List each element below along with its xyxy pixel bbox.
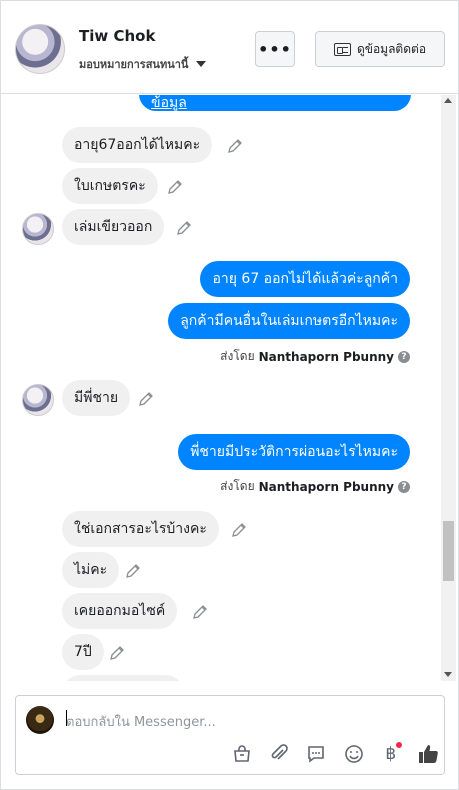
message-bubble-incoming-partial	[62, 675, 184, 681]
sent-by-prefix: ส่งโดย	[220, 349, 255, 363]
sent-by-prefix: ส่งโดย	[220, 479, 255, 493]
message-bubble-incoming[interactable]: ไม่คะ	[62, 552, 120, 588]
sender-avatar	[22, 384, 54, 416]
edit-pencil-icon[interactable]	[227, 138, 243, 154]
page-avatar	[26, 706, 54, 734]
attachment-icon[interactable]	[267, 742, 291, 766]
sent-by-label: ส่งโดย Nanthaporn Pbunny ?	[220, 477, 410, 496]
message-bubble-incoming[interactable]: อายุ67ออกได้ไหมคะ	[62, 127, 213, 163]
sender-avatar	[22, 213, 54, 245]
edit-pencil-icon[interactable]	[167, 179, 183, 195]
saved-replies-icon[interactable]	[304, 742, 328, 766]
composer-toolbar: ฿	[230, 740, 440, 768]
sent-by-label: ส่งโดย Nanthaporn Pbunny ?	[220, 347, 410, 366]
edit-pencil-icon[interactable]	[138, 391, 154, 407]
edit-pencil-icon[interactable]	[176, 220, 192, 236]
message-text: ข้อมูล	[151, 95, 187, 111]
message-bubble-incoming[interactable]: ใบเกษตรคะ	[62, 168, 158, 204]
caret-down-icon	[196, 61, 207, 67]
contact-card-icon	[333, 42, 351, 56]
edit-pencil-icon[interactable]	[125, 563, 141, 579]
messenger-panel: Tiw Chok มอบหมายการสนทนานี้ ••• ดูข้อมูล…	[0, 0, 459, 790]
assign-label: มอบหมายการสนทนานี้	[79, 58, 189, 71]
view-contact-label: ดูข้อมูลติดต่อ	[356, 41, 427, 56]
contact-name[interactable]: Tiw Chok	[79, 27, 155, 45]
sent-by-name[interactable]: Nanthaporn Pbunny	[259, 480, 394, 494]
edit-pencil-icon[interactable]	[109, 645, 125, 661]
message-bubble-incoming[interactable]: ใช่เอกสารอะไรบ้างคะ	[62, 511, 219, 547]
shop-bag-icon[interactable]	[230, 742, 254, 766]
thread-scrollbar[interactable]	[441, 95, 456, 681]
payment-baht-icon[interactable]: ฿	[379, 742, 403, 766]
notification-dot	[395, 742, 402, 748]
message-bubble-outgoing[interactable]: ลูกค้ามีคนอื่นในเล่มเกษตรอีกไหมคะ	[168, 303, 410, 339]
help-icon[interactable]: ?	[398, 350, 410, 363]
edit-pencil-icon[interactable]	[231, 522, 247, 538]
help-icon[interactable]: ?	[398, 480, 410, 493]
emoji-icon[interactable]	[342, 742, 366, 766]
message-bubble-incoming[interactable]: มีพี่ชาย	[62, 380, 131, 416]
message-bubble-incoming[interactable]: เคยออกมอไซค์	[62, 593, 178, 629]
message-bubble-incoming[interactable]: เล่มเขียวออก	[62, 209, 165, 245]
more-options-button[interactable]: •••	[255, 31, 295, 67]
message-bubble-incoming[interactable]: 7ปี	[62, 634, 104, 670]
scroll-up-arrow-icon[interactable]	[444, 98, 452, 103]
assign-conversation-dropdown[interactable]: มอบหมายการสนทนานี้	[79, 55, 207, 73]
message-composer[interactable]: ตอบกลับใน Messenger... ฿	[15, 695, 445, 775]
sent-by-name[interactable]: Nanthaporn Pbunny	[259, 350, 394, 364]
scrollbar-thumb[interactable]	[443, 521, 454, 581]
message-bubble-outgoing-partial: ข้อมูล	[139, 95, 411, 111]
message-bubble-outgoing[interactable]: พี่ชายมีประวัติการผ่อนอะไรไหมคะ	[178, 434, 410, 470]
message-bubble-outgoing[interactable]: อายุ 67 ออกไม่ได้แล้วค่ะลูกค้า	[200, 261, 410, 297]
message-thread[interactable]: ข้อมูล อายุ67ออกได้ไหมคะ ใบเกษตรคะ เล่มเ…	[1, 95, 458, 681]
edit-pencil-icon[interactable]	[192, 604, 208, 620]
scroll-down-arrow-icon[interactable]	[444, 672, 452, 677]
contact-avatar[interactable]	[15, 24, 65, 74]
view-contact-button[interactable]: ดูข้อมูลติดต่อ	[315, 31, 445, 67]
conversation-header: Tiw Chok มอบหมายการสนทนานี้ ••• ดูข้อมูล…	[1, 1, 458, 94]
thumbs-up-icon[interactable]	[416, 742, 440, 766]
reply-input[interactable]: ตอบกลับใน Messenger...	[66, 711, 216, 732]
